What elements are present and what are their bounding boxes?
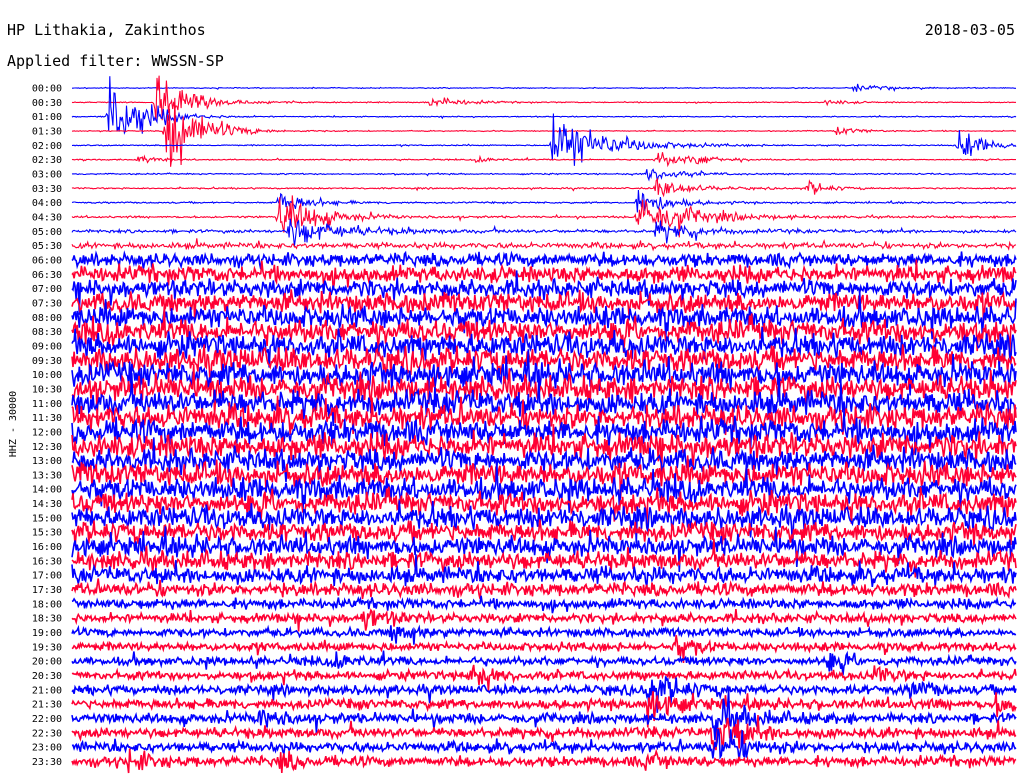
time-tick-label: 21:00 bbox=[32, 685, 62, 696]
time-tick-label: 20:00 bbox=[32, 657, 62, 668]
seismogram-plot: HP Lithakia, Zakinthos Applied filter: W… bbox=[7, 21, 1017, 774]
trace-0330 bbox=[71, 177, 1017, 198]
time-tick-label: 19:30 bbox=[32, 642, 62, 653]
time-tick-label: 08:00 bbox=[32, 313, 62, 324]
time-tick-label: 04:00 bbox=[32, 198, 62, 209]
time-tick-label: 07:30 bbox=[32, 298, 62, 309]
time-tick-label: 09:00 bbox=[32, 341, 62, 352]
time-tick-label: 10:00 bbox=[32, 370, 62, 381]
time-tick-label: 08:30 bbox=[32, 327, 62, 338]
trace-0400 bbox=[71, 189, 1017, 213]
time-tick-label: 14:30 bbox=[32, 499, 62, 510]
time-tick-label: 00:00 bbox=[32, 84, 62, 95]
time-tick-label: 13:30 bbox=[32, 470, 62, 481]
chart-title: HP Lithakia, Zakinthos bbox=[7, 21, 206, 39]
time-tick-label: 05:30 bbox=[32, 241, 62, 252]
trace-0130 bbox=[71, 97, 1017, 167]
time-tick-label: 05:00 bbox=[32, 227, 62, 238]
time-tick-label: 18:00 bbox=[32, 599, 62, 610]
time-tick-label: 01:30 bbox=[32, 127, 62, 138]
time-tick-label: 22:30 bbox=[32, 728, 62, 739]
time-tick-label: 02:30 bbox=[32, 155, 62, 166]
y-axis-label: HHZ - 30000 bbox=[8, 391, 19, 457]
time-tick-label: 17:30 bbox=[32, 585, 62, 596]
trace-2130 bbox=[71, 690, 1017, 728]
time-label-group: 00:00 00:30 01:00 01:30 02:00 02:30 03:00 03:30… bbox=[32, 84, 62, 769]
time-tick-label: 15:00 bbox=[32, 513, 62, 524]
trace-0230 bbox=[71, 152, 1016, 168]
time-tick-label: 11:00 bbox=[32, 399, 62, 410]
time-tick-label: 16:00 bbox=[32, 542, 62, 553]
time-tick-label: 21:30 bbox=[32, 700, 62, 711]
time-tick-label: 12:30 bbox=[32, 442, 62, 453]
time-tick-label: 22:00 bbox=[32, 714, 62, 725]
time-tick-label: 00:30 bbox=[32, 98, 62, 109]
trace-2330 bbox=[71, 748, 1017, 774]
trace-group bbox=[71, 75, 1017, 774]
time-tick-label: 23:00 bbox=[32, 743, 62, 754]
time-tick-label: 09:30 bbox=[32, 356, 62, 367]
time-tick-label: 06:00 bbox=[32, 256, 62, 267]
time-tick-label: 03:00 bbox=[32, 170, 62, 181]
time-tick-label: 18:30 bbox=[32, 614, 62, 625]
time-tick-label: 14:00 bbox=[32, 485, 62, 496]
time-tick-label: 01:00 bbox=[32, 112, 62, 123]
time-tick-label: 12:00 bbox=[32, 427, 62, 438]
trace-0200 bbox=[72, 113, 1017, 166]
time-tick-label: 03:30 bbox=[32, 184, 62, 195]
time-tick-label: 15:30 bbox=[32, 528, 62, 539]
chart-date: 2018-03-05 bbox=[925, 21, 1015, 39]
trace-0600 bbox=[71, 250, 1017, 270]
time-tick-label: 16:30 bbox=[32, 556, 62, 567]
time-tick-label: 06:30 bbox=[32, 270, 62, 281]
trace-0530 bbox=[71, 238, 1017, 252]
time-tick-label: 07:00 bbox=[32, 284, 62, 295]
time-tick-label: 13:00 bbox=[32, 456, 62, 467]
time-tick-label: 23:30 bbox=[32, 757, 62, 768]
trace-0300 bbox=[71, 168, 1017, 182]
time-tick-label: 17:00 bbox=[32, 571, 62, 582]
time-tick-label: 11:30 bbox=[32, 413, 62, 424]
time-tick-label: 20:30 bbox=[32, 671, 62, 682]
trace-0030 bbox=[71, 75, 1017, 121]
time-tick-label: 02:00 bbox=[32, 141, 62, 152]
time-tick-label: 19:00 bbox=[32, 628, 62, 639]
trace-1900 bbox=[71, 624, 1017, 645]
trace-0000 bbox=[72, 83, 1016, 93]
time-tick-label: 04:30 bbox=[32, 213, 62, 224]
trace-0100 bbox=[71, 76, 1017, 135]
trace-1800 bbox=[71, 595, 1017, 614]
time-tick-label: 10:30 bbox=[32, 384, 62, 395]
chart-subtitle: Applied filter: WWSSN-SP bbox=[7, 52, 224, 70]
